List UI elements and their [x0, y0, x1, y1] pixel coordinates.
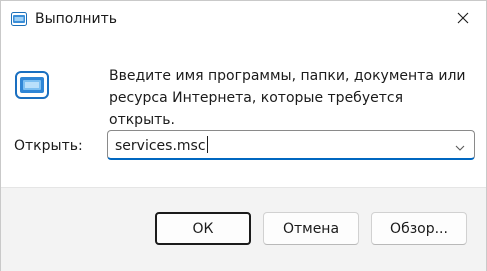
cancel-button[interactable]: Отмена: [263, 212, 359, 245]
button-bar: ОК Отмена Обзор...: [1, 187, 486, 271]
window-title: Выполнить: [35, 11, 117, 27]
browse-button[interactable]: Обзор...: [371, 212, 467, 245]
chevron-down-icon[interactable]: [454, 139, 466, 151]
ok-button[interactable]: ОК: [155, 212, 251, 245]
open-input-value: services.msc: [115, 138, 206, 154]
open-combobox[interactable]: services.msc: [107, 130, 475, 160]
title-bar[interactable]: Выполнить: [1, 1, 486, 37]
instructions-text: Введите имя программы, папки, документа …: [109, 68, 466, 128]
open-input[interactable]: services.msc: [115, 136, 208, 155]
close-icon: [457, 12, 469, 24]
close-button[interactable]: [440, 1, 486, 35]
run-dialog: Выполнить Введите имя программы, папки, …: [0, 0, 487, 271]
open-label: Открыть:: [14, 138, 83, 154]
run-dialog-icon: [11, 11, 27, 26]
text-caret: [206, 136, 208, 153]
run-icon: [15, 71, 49, 99]
